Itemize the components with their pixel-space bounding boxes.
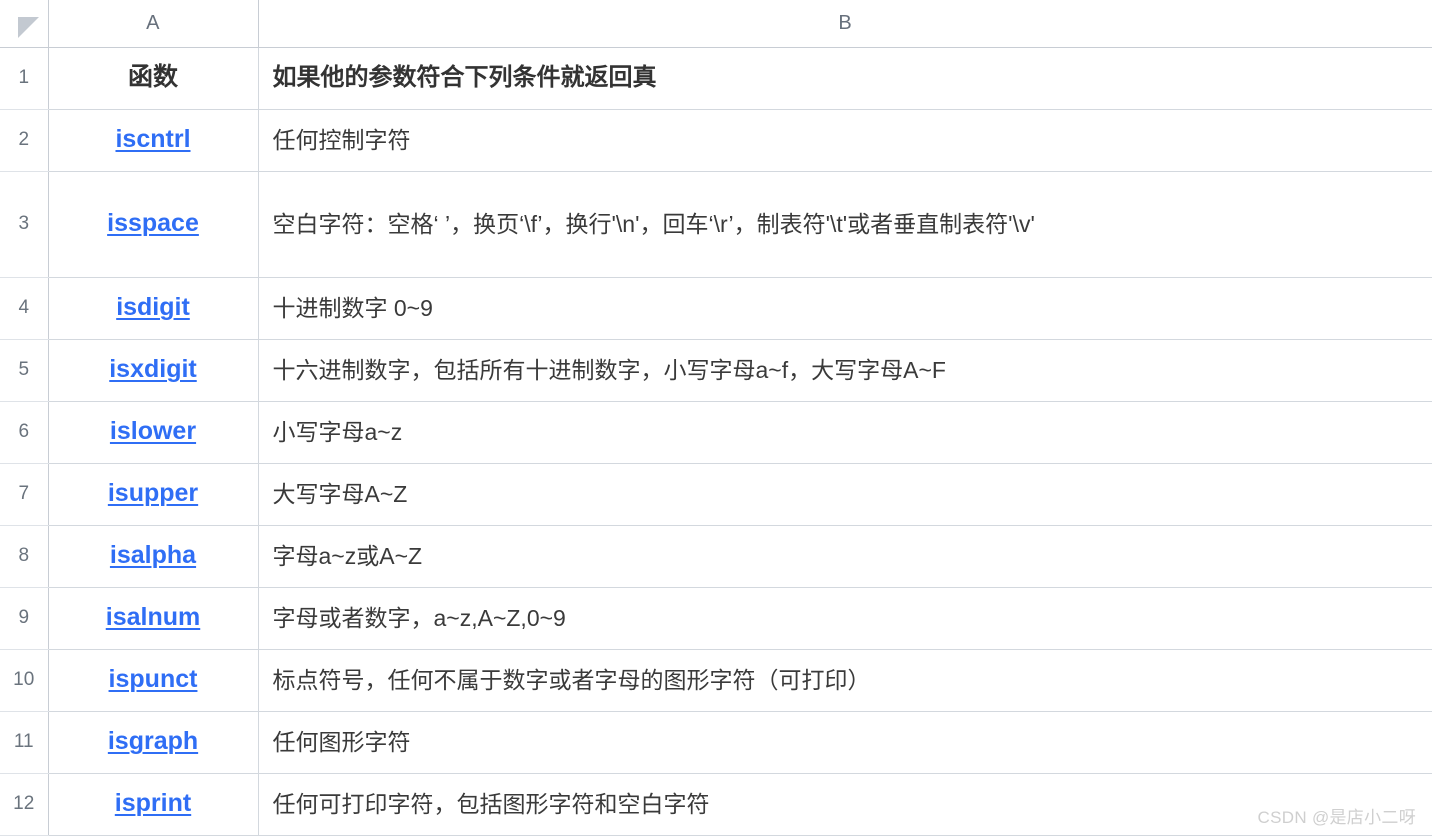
spreadsheet-grid: A B 1 函数 如果他的参数符合下列条件就返回真 2 iscntrl 任何控制 (0, 0, 1432, 836)
cell-b1[interactable]: 如果他的参数符合下列条件就返回真 (258, 47, 1432, 110)
function-link-isupper[interactable]: isupper (108, 476, 198, 512)
table-row: 12 isprint 任何可打印字符，包括图形字符和空白字符 (0, 773, 1432, 836)
function-link-isalnum[interactable]: isalnum (106, 600, 200, 636)
function-link-islower[interactable]: islower (110, 414, 196, 450)
cell-a4[interactable]: isdigit (48, 277, 259, 340)
function-link-isgraph[interactable]: isgraph (108, 724, 198, 760)
cell-a1[interactable]: 函数 (48, 47, 259, 110)
row-header-6[interactable]: 6 (0, 401, 49, 464)
cell-b9[interactable]: 字母或者数字，a~z,A~Z,0~9 (258, 587, 1432, 650)
table-row: 2 iscntrl 任何控制字符 (0, 109, 1432, 172)
function-link-ispunct[interactable]: ispunct (109, 662, 198, 698)
table-row: 5 isxdigit 十六进制数字，包括所有十进制数字，小写字母a~f，大写字母… (0, 339, 1432, 402)
function-link-isalpha[interactable]: isalpha (110, 538, 196, 574)
cell-b2[interactable]: 任何控制字符 (258, 109, 1432, 172)
cell-b4[interactable]: 十进制数字 0~9 (258, 277, 1432, 340)
cell-a10[interactable]: ispunct (48, 649, 259, 712)
row-header-1[interactable]: 1 (0, 47, 49, 110)
cell-a11[interactable]: isgraph (48, 711, 259, 774)
cell-b11[interactable]: 任何图形字符 (258, 711, 1432, 774)
cell-a6[interactable]: islower (48, 401, 259, 464)
spreadsheet-canvas: A B 1 函数 如果他的参数符合下列条件就返回真 2 iscntrl 任何控制 (0, 0, 1432, 838)
table-row: 6 islower 小写字母a~z (0, 401, 1432, 464)
select-all-button[interactable] (0, 0, 49, 48)
column-header-row: A B (0, 0, 1432, 48)
row-header-3[interactable]: 3 (0, 171, 49, 278)
row-header-9[interactable]: 9 (0, 587, 49, 650)
table-row: 1 函数 如果他的参数符合下列条件就返回真 (0, 47, 1432, 110)
row-header-5[interactable]: 5 (0, 339, 49, 402)
column-header-b-label: B (838, 11, 853, 34)
row-header-7[interactable]: 7 (0, 463, 49, 526)
cell-b5[interactable]: 十六进制数字，包括所有十进制数字，小写字母a~f，大写字母A~F (258, 339, 1432, 402)
cell-b3[interactable]: 空白字符：空格‘ ’，换页‘\f’，换行'\n'，回车‘\r’，制表符'\t'或… (258, 171, 1432, 278)
function-link-iscntrl[interactable]: iscntrl (115, 122, 190, 158)
row-header-12[interactable]: 12 (0, 773, 49, 836)
cell-a7[interactable]: isupper (48, 463, 259, 526)
row-header-10[interactable]: 10 (0, 649, 49, 712)
cell-a2[interactable]: iscntrl (48, 109, 259, 172)
row-header-8[interactable]: 8 (0, 525, 49, 588)
spreadsheet-body: 1 函数 如果他的参数符合下列条件就返回真 2 iscntrl 任何控制字符 3… (0, 47, 1432, 836)
table-row: 7 isupper 大写字母A~Z (0, 463, 1432, 526)
cell-a5[interactable]: isxdigit (48, 339, 259, 402)
table-row: 10 ispunct 标点符号，任何不属于数字或者字母的图形字符（可打印） (0, 649, 1432, 712)
cell-b10[interactable]: 标点符号，任何不属于数字或者字母的图形字符（可打印） (258, 649, 1432, 712)
cell-a3[interactable]: isspace (48, 171, 259, 278)
cell-a9[interactable]: isalnum (48, 587, 259, 650)
row-header-11[interactable]: 11 (0, 711, 49, 774)
column-header-b[interactable]: B (258, 0, 1432, 48)
cell-b8[interactable]: 字母a~z或A~Z (258, 525, 1432, 588)
row-header-4[interactable]: 4 (0, 277, 49, 340)
function-link-isspace[interactable]: isspace (107, 206, 199, 242)
column-header-a-label: A (146, 11, 160, 34)
table-row: 3 isspace 空白字符：空格‘ ’，换页‘\f’，换行'\n'，回车‘\r… (0, 171, 1432, 278)
table-row: 11 isgraph 任何图形字符 (0, 711, 1432, 774)
cell-a8[interactable]: isalpha (48, 525, 259, 588)
function-link-isprint[interactable]: isprint (115, 786, 191, 822)
function-link-isxdigit[interactable]: isxdigit (109, 352, 197, 388)
table-row: 4 isdigit 十进制数字 0~9 (0, 277, 1432, 340)
row-header-2[interactable]: 2 (0, 109, 49, 172)
cell-b7[interactable]: 大写字母A~Z (258, 463, 1432, 526)
table-row: 8 isalpha 字母a~z或A~Z (0, 525, 1432, 588)
function-link-isdigit[interactable]: isdigit (116, 290, 190, 326)
table-row: 9 isalnum 字母或者数字，a~z,A~Z,0~9 (0, 587, 1432, 650)
select-all-triangle-icon (17, 16, 39, 38)
cell-a12[interactable]: isprint (48, 773, 259, 836)
cell-b12[interactable]: 任何可打印字符，包括图形字符和空白字符 (258, 773, 1432, 836)
cell-b6[interactable]: 小写字母a~z (258, 401, 1432, 464)
column-header-a[interactable]: A (48, 0, 259, 48)
